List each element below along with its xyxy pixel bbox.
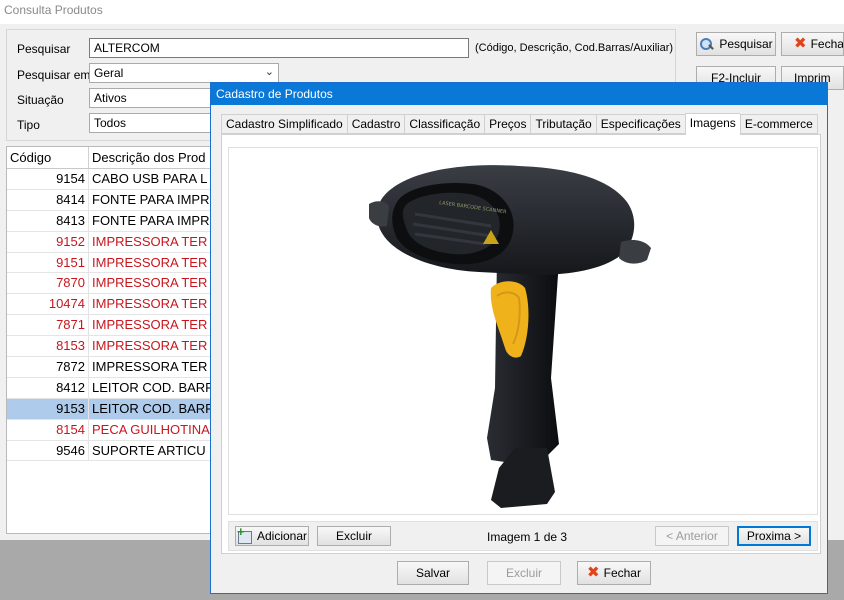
product-description-cell: PECA GUILHOTINA bbox=[92, 421, 210, 437]
tab-strip: Cadastro Simplificado Cadastro Classific… bbox=[221, 113, 818, 135]
tab-classificacao[interactable]: Classificação bbox=[404, 114, 485, 134]
tab-tributacao[interactable]: Tributação bbox=[530, 114, 596, 134]
product-description-cell: IMPRESSORA TER bbox=[92, 254, 208, 270]
table-row[interactable]: 9154 CABO USB PARA L bbox=[7, 169, 215, 190]
cadastro-produtos-dialog: Cadastro de Produtos Cadastro Simplifica… bbox=[210, 82, 828, 594]
search-button-label: Pesquisar bbox=[719, 37, 773, 51]
search-in-select[interactable]: Geral ⌄ bbox=[89, 63, 279, 83]
product-description-cell: IMPRESSORA TER bbox=[92, 317, 208, 333]
product-code-cell: 8412 bbox=[7, 377, 89, 398]
product-code-cell: 9153 bbox=[7, 398, 89, 419]
product-code-cell: 9152 bbox=[7, 231, 89, 252]
close-dialog-button[interactable]: ✖ Fechar bbox=[577, 561, 651, 585]
product-code-cell: 9546 bbox=[7, 440, 89, 461]
tab-e-commerce[interactable]: E-commerce bbox=[739, 114, 818, 134]
product-description-cell: IMPRESSORA TER bbox=[92, 296, 208, 312]
search-input[interactable]: ALTERCOM bbox=[89, 38, 469, 58]
add-image-label: Adicionar bbox=[256, 529, 308, 543]
tab-precos[interactable]: Preços bbox=[484, 114, 531, 134]
search-label: Pesquisar bbox=[17, 42, 71, 56]
search-in-value: Geral bbox=[94, 66, 124, 80]
product-description-cell: FONTE PARA IMPR bbox=[92, 191, 210, 207]
close-icon: ✖ bbox=[587, 564, 600, 581]
add-image-icon bbox=[237, 527, 253, 544]
table-row[interactable]: 7870 IMPRESSORA TER bbox=[7, 273, 215, 295]
dialog-title-bar: Cadastro de Produtos bbox=[211, 83, 827, 105]
product-description-cell: IMPRESSORA TER bbox=[92, 359, 208, 375]
product-description-cell: CABO USB PARA L bbox=[92, 171, 208, 186]
product-code-cell: 8414 bbox=[7, 189, 89, 210]
status-label: Situação bbox=[17, 93, 64, 107]
tab-imagens[interactable]: Imagens bbox=[684, 113, 740, 135]
close-icon: ✖ bbox=[794, 35, 807, 52]
add-image-button[interactable]: Adicionar bbox=[235, 526, 309, 546]
tab-especificacoes[interactable]: Especificações bbox=[595, 114, 685, 134]
grid-header: Código Descrição dos Prod bbox=[7, 147, 215, 169]
product-description-cell: IMPRESSORA TER bbox=[92, 275, 208, 291]
product-description-cell: LEITOR COD. BARR bbox=[92, 400, 215, 416]
dialog-title: Cadastro de Produtos bbox=[216, 87, 333, 101]
tab-cadastro-simplificado[interactable]: Cadastro Simplificado bbox=[221, 114, 347, 134]
table-row[interactable]: 8154 PECA GUILHOTINA bbox=[7, 419, 215, 441]
column-header-description[interactable]: Descrição dos Prod bbox=[89, 147, 208, 168]
table-row[interactable]: 7871 IMPRESSORA TER bbox=[7, 315, 215, 337]
images-tab-page: LASER BARCODE SCANNER Adicionar Excluir … bbox=[221, 134, 821, 554]
product-code-cell: 8413 bbox=[7, 210, 89, 231]
delete-button[interactable]: Excluir bbox=[487, 561, 561, 585]
table-row[interactable]: 9152 IMPRESSORA TER bbox=[7, 231, 215, 253]
table-row[interactable]: 9153 LEITOR COD. BARR bbox=[7, 398, 215, 420]
product-code-cell: 10474 bbox=[7, 294, 89, 315]
tab-cadastro[interactable]: Cadastro bbox=[346, 114, 405, 134]
product-code-cell: 8154 bbox=[7, 419, 89, 440]
product-description-cell: SUPORTE ARTICU bbox=[92, 442, 206, 458]
type-label: Tipo bbox=[17, 118, 40, 132]
previous-image-button[interactable]: < Anterior bbox=[655, 526, 729, 546]
product-description-cell: IMPRESSORA TER bbox=[92, 338, 208, 354]
delete-image-button[interactable]: Excluir bbox=[317, 526, 391, 546]
close-dialog-label: Fechar bbox=[603, 566, 641, 580]
product-description-cell: FONTE PARA IMPR bbox=[92, 212, 210, 228]
product-code-cell: 8153 bbox=[7, 336, 89, 357]
table-row[interactable]: 9546 SUPORTE ARTICU bbox=[7, 440, 215, 462]
table-row[interactable]: 8153 IMPRESSORA TER bbox=[7, 336, 215, 358]
search-button[interactable]: Pesquisar bbox=[696, 32, 776, 56]
product-code-cell: 7870 bbox=[7, 273, 89, 294]
table-row[interactable]: 8413 FONTE PARA IMPR bbox=[7, 210, 215, 232]
column-header-code[interactable]: Código bbox=[7, 147, 89, 168]
barcode-scanner-image: LASER BARCODE SCANNER bbox=[369, 165, 651, 508]
search-in-label: Pesquisar em bbox=[17, 68, 91, 82]
products-grid: Código Descrição dos Prod 9154 CABO USB P… bbox=[6, 146, 216, 534]
chevron-down-icon: ⌄ bbox=[264, 66, 274, 78]
product-code-cell: 7872 bbox=[7, 357, 89, 377]
image-counter: Imagem 1 de 3 bbox=[487, 530, 568, 544]
product-code-cell: 9154 bbox=[7, 169, 89, 189]
product-code-cell: 7871 bbox=[7, 315, 89, 336]
close-button[interactable]: ✖ Fecha bbox=[781, 32, 844, 56]
table-row[interactable]: 7872 IMPRESSORA TER bbox=[7, 357, 215, 378]
table-row[interactable]: 9151 IMPRESSORA TER bbox=[7, 252, 215, 274]
save-button[interactable]: Salvar bbox=[397, 561, 469, 585]
close-button-label: Fecha bbox=[810, 37, 844, 51]
next-image-button[interactable]: Proxima > bbox=[737, 526, 811, 546]
search-hint: (Código, Descrição, Cod.Barras/Auxiliar) bbox=[475, 42, 674, 54]
product-code-cell: 9151 bbox=[7, 252, 89, 273]
table-row[interactable]: 10474 IMPRESSORA TER bbox=[7, 294, 215, 316]
search-icon bbox=[699, 37, 715, 51]
image-navigation-bar: Adicionar Excluir Imagem 1 de 3 < Anteri… bbox=[228, 521, 818, 551]
table-row[interactable]: 8414 FONTE PARA IMPR bbox=[7, 189, 215, 211]
product-image-frame: LASER BARCODE SCANNER bbox=[228, 147, 818, 515]
window-title: Consulta Produtos bbox=[4, 3, 103, 17]
table-row[interactable]: 8412 LEITOR COD. BARR bbox=[7, 377, 215, 399]
product-description-cell: LEITOR COD. BARR bbox=[92, 379, 215, 395]
product-description-cell: IMPRESSORA TER bbox=[92, 233, 208, 249]
title-bar bbox=[0, 0, 844, 24]
grid-body: 9154 CABO USB PARA L 8414 FONTE PARA IMPR 84… bbox=[7, 169, 215, 462]
